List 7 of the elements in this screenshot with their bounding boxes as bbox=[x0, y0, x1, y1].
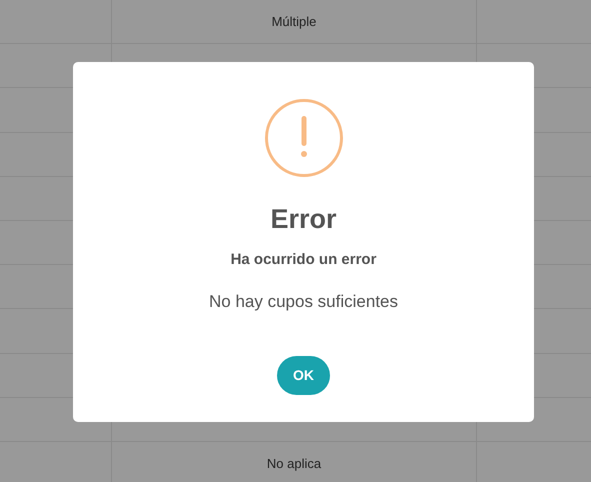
table-cell-text: Múltiple bbox=[272, 12, 316, 31]
ok-button[interactable]: OK bbox=[277, 356, 330, 395]
dialog-subtitle: Ha ocurrido un error bbox=[230, 250, 376, 270]
dialog-title: Error bbox=[270, 203, 337, 236]
dialog-message: No hay cupos suficientes bbox=[209, 290, 398, 312]
warning-icon bbox=[264, 98, 344, 178]
table-cell-text: No aplica bbox=[266, 454, 322, 473]
